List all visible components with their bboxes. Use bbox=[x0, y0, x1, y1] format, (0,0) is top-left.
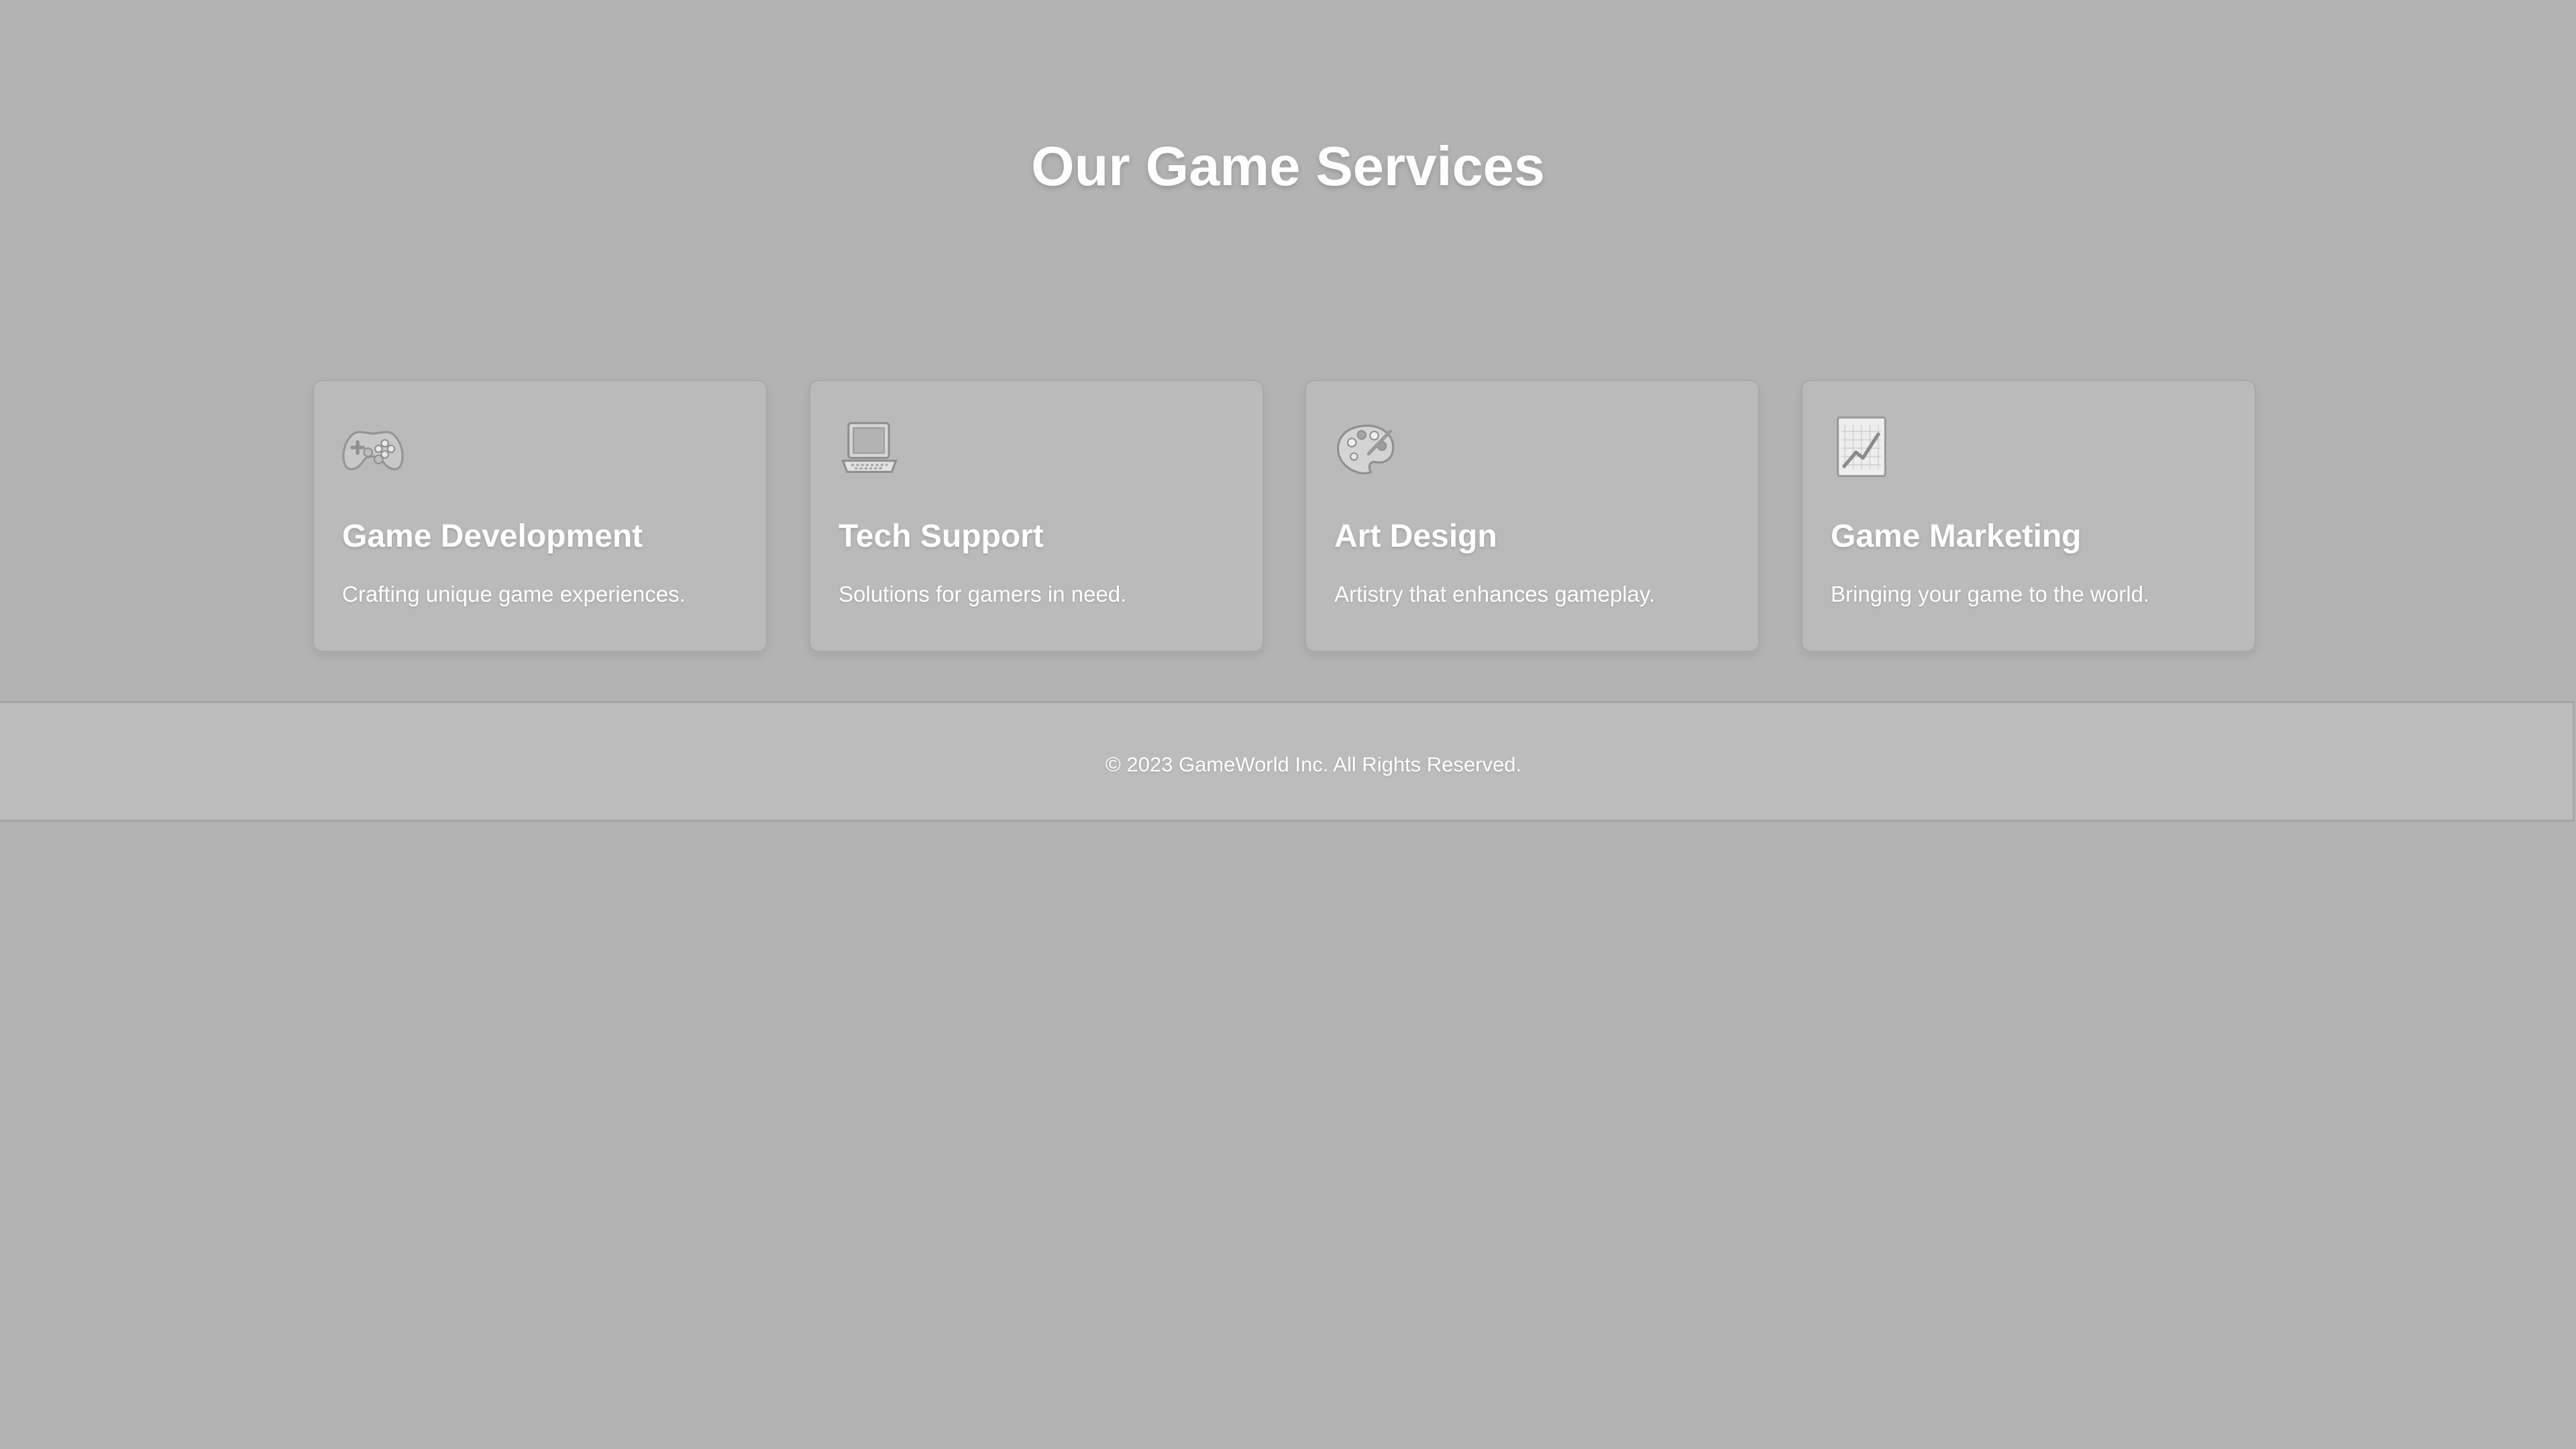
game-controller-icon bbox=[342, 431, 404, 471]
services-page: Our Game Services Game Development Craft… bbox=[0, 0, 2576, 1449]
artist-palette-icon bbox=[1337, 425, 1395, 474]
site-footer: © 2023 GameWorld Inc. All Rights Reserve… bbox=[0, 701, 2575, 822]
laptop-icon bbox=[841, 422, 898, 473]
service-title: Tech Support bbox=[839, 519, 1044, 554]
service-title: Game Development bbox=[342, 519, 643, 554]
page-title: Our Game Services bbox=[1031, 135, 1545, 197]
service-card-art-design: Art Design Artistry that enhances gamepl… bbox=[1305, 380, 1760, 652]
service-card-game-development: Game Development Crafting unique game ex… bbox=[313, 380, 767, 652]
service-card-list: Game Development Crafting unique game ex… bbox=[313, 380, 2263, 656]
service-title: Game Marketing bbox=[1831, 519, 2082, 554]
copyright-text: © 2023 GameWorld Inc. All Rights Reserve… bbox=[1105, 753, 1522, 776]
service-description: Bringing your game to the world. bbox=[1831, 582, 2150, 606]
chart-increasing-icon bbox=[1837, 416, 1886, 478]
service-description: Solutions for gamers in need. bbox=[839, 582, 1127, 606]
service-description: Artistry that enhances gameplay. bbox=[1334, 582, 1656, 606]
service-description: Crafting unique game experiences. bbox=[342, 582, 686, 606]
service-card-tech-support: Tech Support Solutions for gamers in nee… bbox=[809, 380, 1264, 652]
service-title: Art Design bbox=[1334, 519, 1497, 554]
service-card-game-marketing: Game Marketing Bringing your game to the… bbox=[1801, 380, 2256, 652]
